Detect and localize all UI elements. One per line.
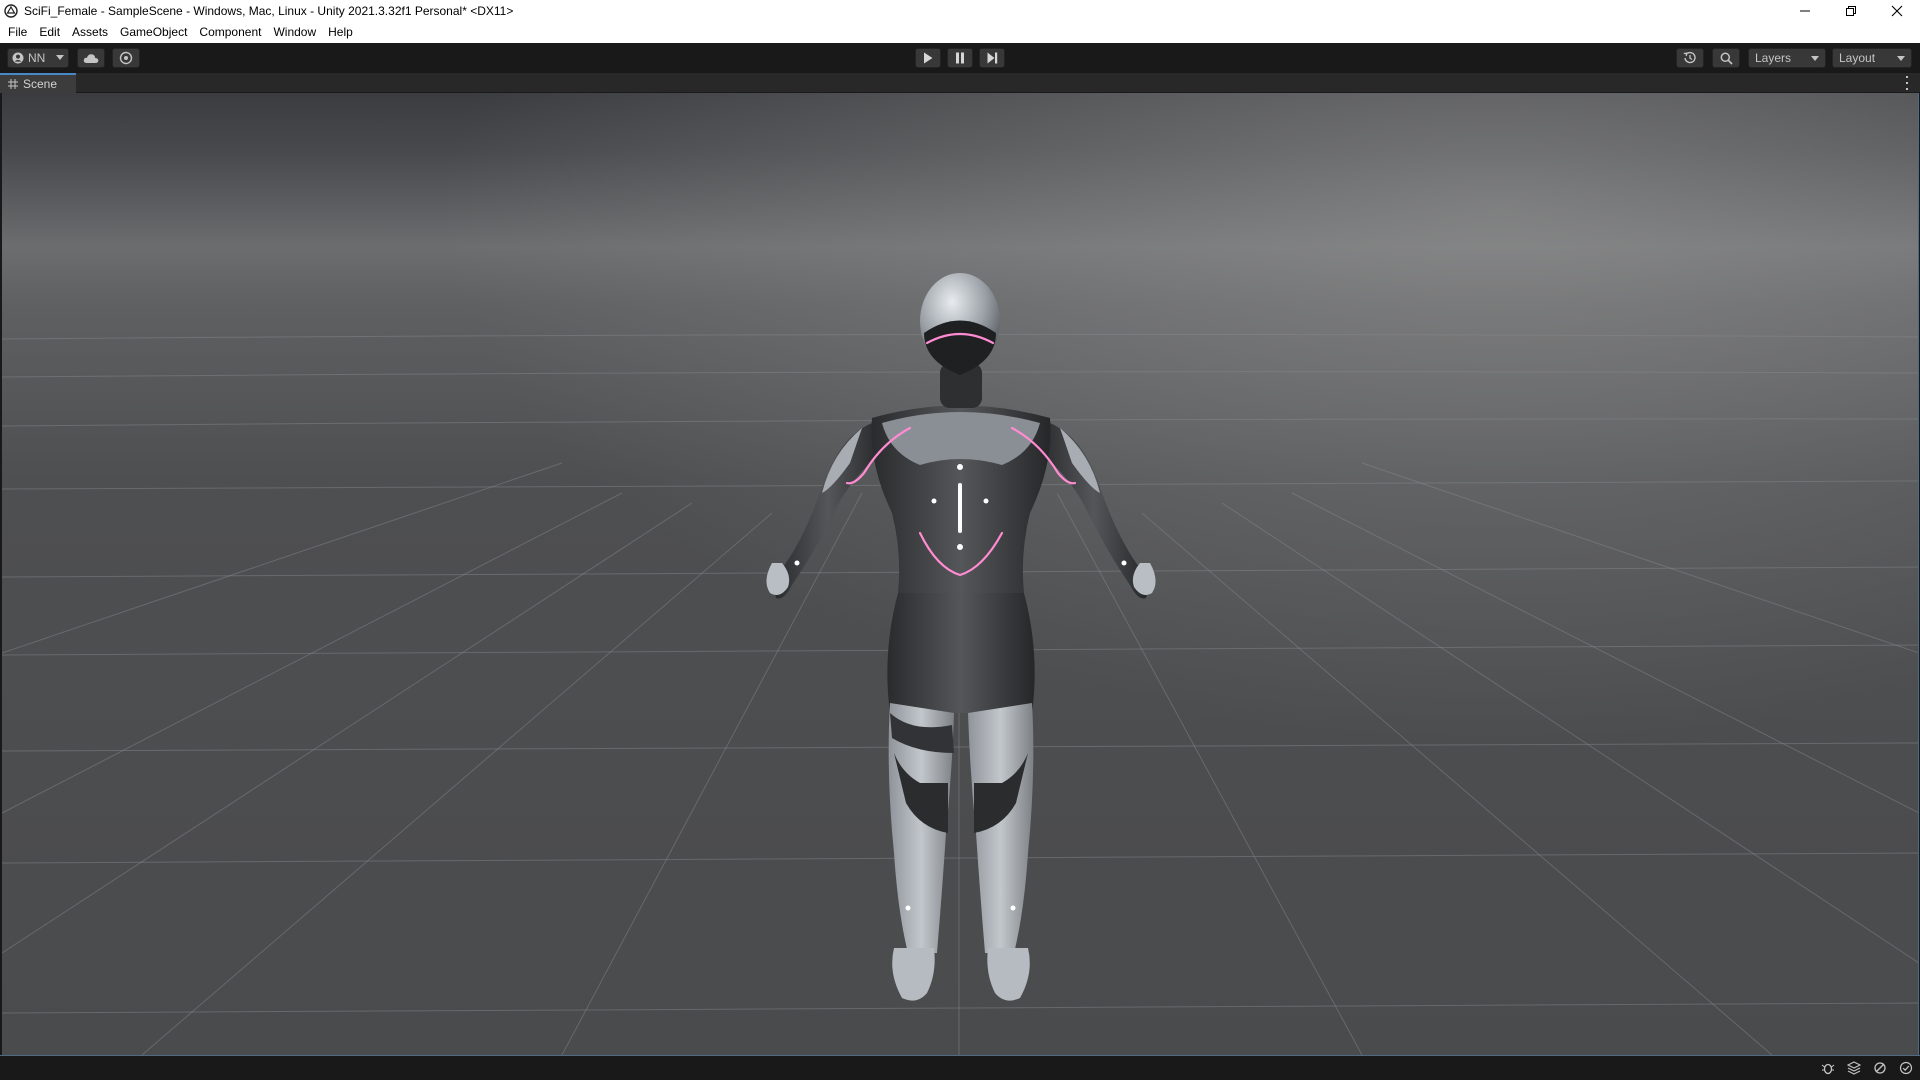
search-button[interactable]: [1712, 48, 1740, 68]
search-icon: [1720, 52, 1733, 65]
cloud-button[interactable]: [77, 48, 105, 68]
layout-label: Layout: [1839, 51, 1876, 65]
tab-scene[interactable]: Scene: [0, 73, 76, 93]
close-icon: [1891, 5, 1903, 17]
layers-label: Layers: [1755, 51, 1792, 65]
check-icon[interactable]: [1898, 1060, 1914, 1076]
history-icon: [1683, 51, 1696, 64]
minimize-button[interactable]: [1782, 0, 1828, 22]
undo-history-button[interactable]: [1676, 48, 1704, 68]
chevron-down-icon: [1897, 56, 1905, 61]
menu-file[interactable]: File: [4, 22, 33, 43]
menu-window[interactable]: Window: [269, 22, 322, 43]
restore-icon: [1846, 6, 1856, 16]
menu-assets[interactable]: Assets: [68, 22, 114, 43]
layers-dropdown[interactable]: Layers: [1748, 48, 1826, 68]
more-options-icon[interactable]: [1904, 76, 1910, 90]
account-dropdown[interactable]: NN: [7, 48, 69, 68]
step-button[interactable]: [979, 48, 1005, 68]
menu-gameobject[interactable]: GameObject: [116, 22, 193, 43]
auto-refresh-icon[interactable]: [1872, 1060, 1888, 1076]
unity-logo-icon: [4, 4, 18, 18]
layout-dropdown[interactable]: Layout: [1832, 48, 1912, 68]
scene-render: [2, 93, 1918, 1055]
chevron-down-icon: [56, 55, 64, 60]
collab-icon: [119, 51, 133, 65]
status-icons: [1820, 1060, 1914, 1076]
pause-button[interactable]: [947, 48, 973, 68]
scene-tab-bar: Scene: [0, 73, 1920, 93]
menu-edit[interactable]: Edit: [35, 22, 66, 43]
window-title: SciFi_Female - SampleScene - Windows, Ma…: [24, 4, 514, 18]
window-controls: [1782, 0, 1920, 22]
status-bar: [0, 1055, 1920, 1080]
bug-icon[interactable]: [1820, 1060, 1836, 1076]
minimize-icon: [1800, 10, 1810, 12]
play-icon: [924, 52, 933, 64]
play-button[interactable]: [915, 48, 941, 68]
title-bar: SciFi_Female - SampleScene - Windows, Ma…: [0, 0, 1920, 22]
menu-help[interactable]: Help: [324, 22, 359, 43]
account-icon: [12, 52, 24, 64]
main-toolbar: NN Layers Layout: [0, 43, 1920, 73]
collab-button[interactable]: [112, 48, 140, 68]
chevron-down-icon: [1811, 56, 1819, 61]
layers-stack-icon[interactable]: [1846, 1060, 1862, 1076]
menu-bar: File Edit Assets GameObject Component Wi…: [0, 22, 1920, 43]
account-label: NN: [28, 51, 46, 65]
grid-hash-icon: [8, 79, 18, 89]
scene-viewport[interactable]: [2, 93, 1919, 1055]
restore-button[interactable]: [1828, 0, 1874, 22]
scene-tab-label: Scene: [23, 77, 58, 91]
step-icon: [987, 52, 997, 64]
pause-icon: [956, 52, 964, 64]
close-button[interactable]: [1874, 0, 1920, 22]
cloud-icon: [83, 53, 99, 63]
menu-component[interactable]: Component: [195, 22, 267, 43]
